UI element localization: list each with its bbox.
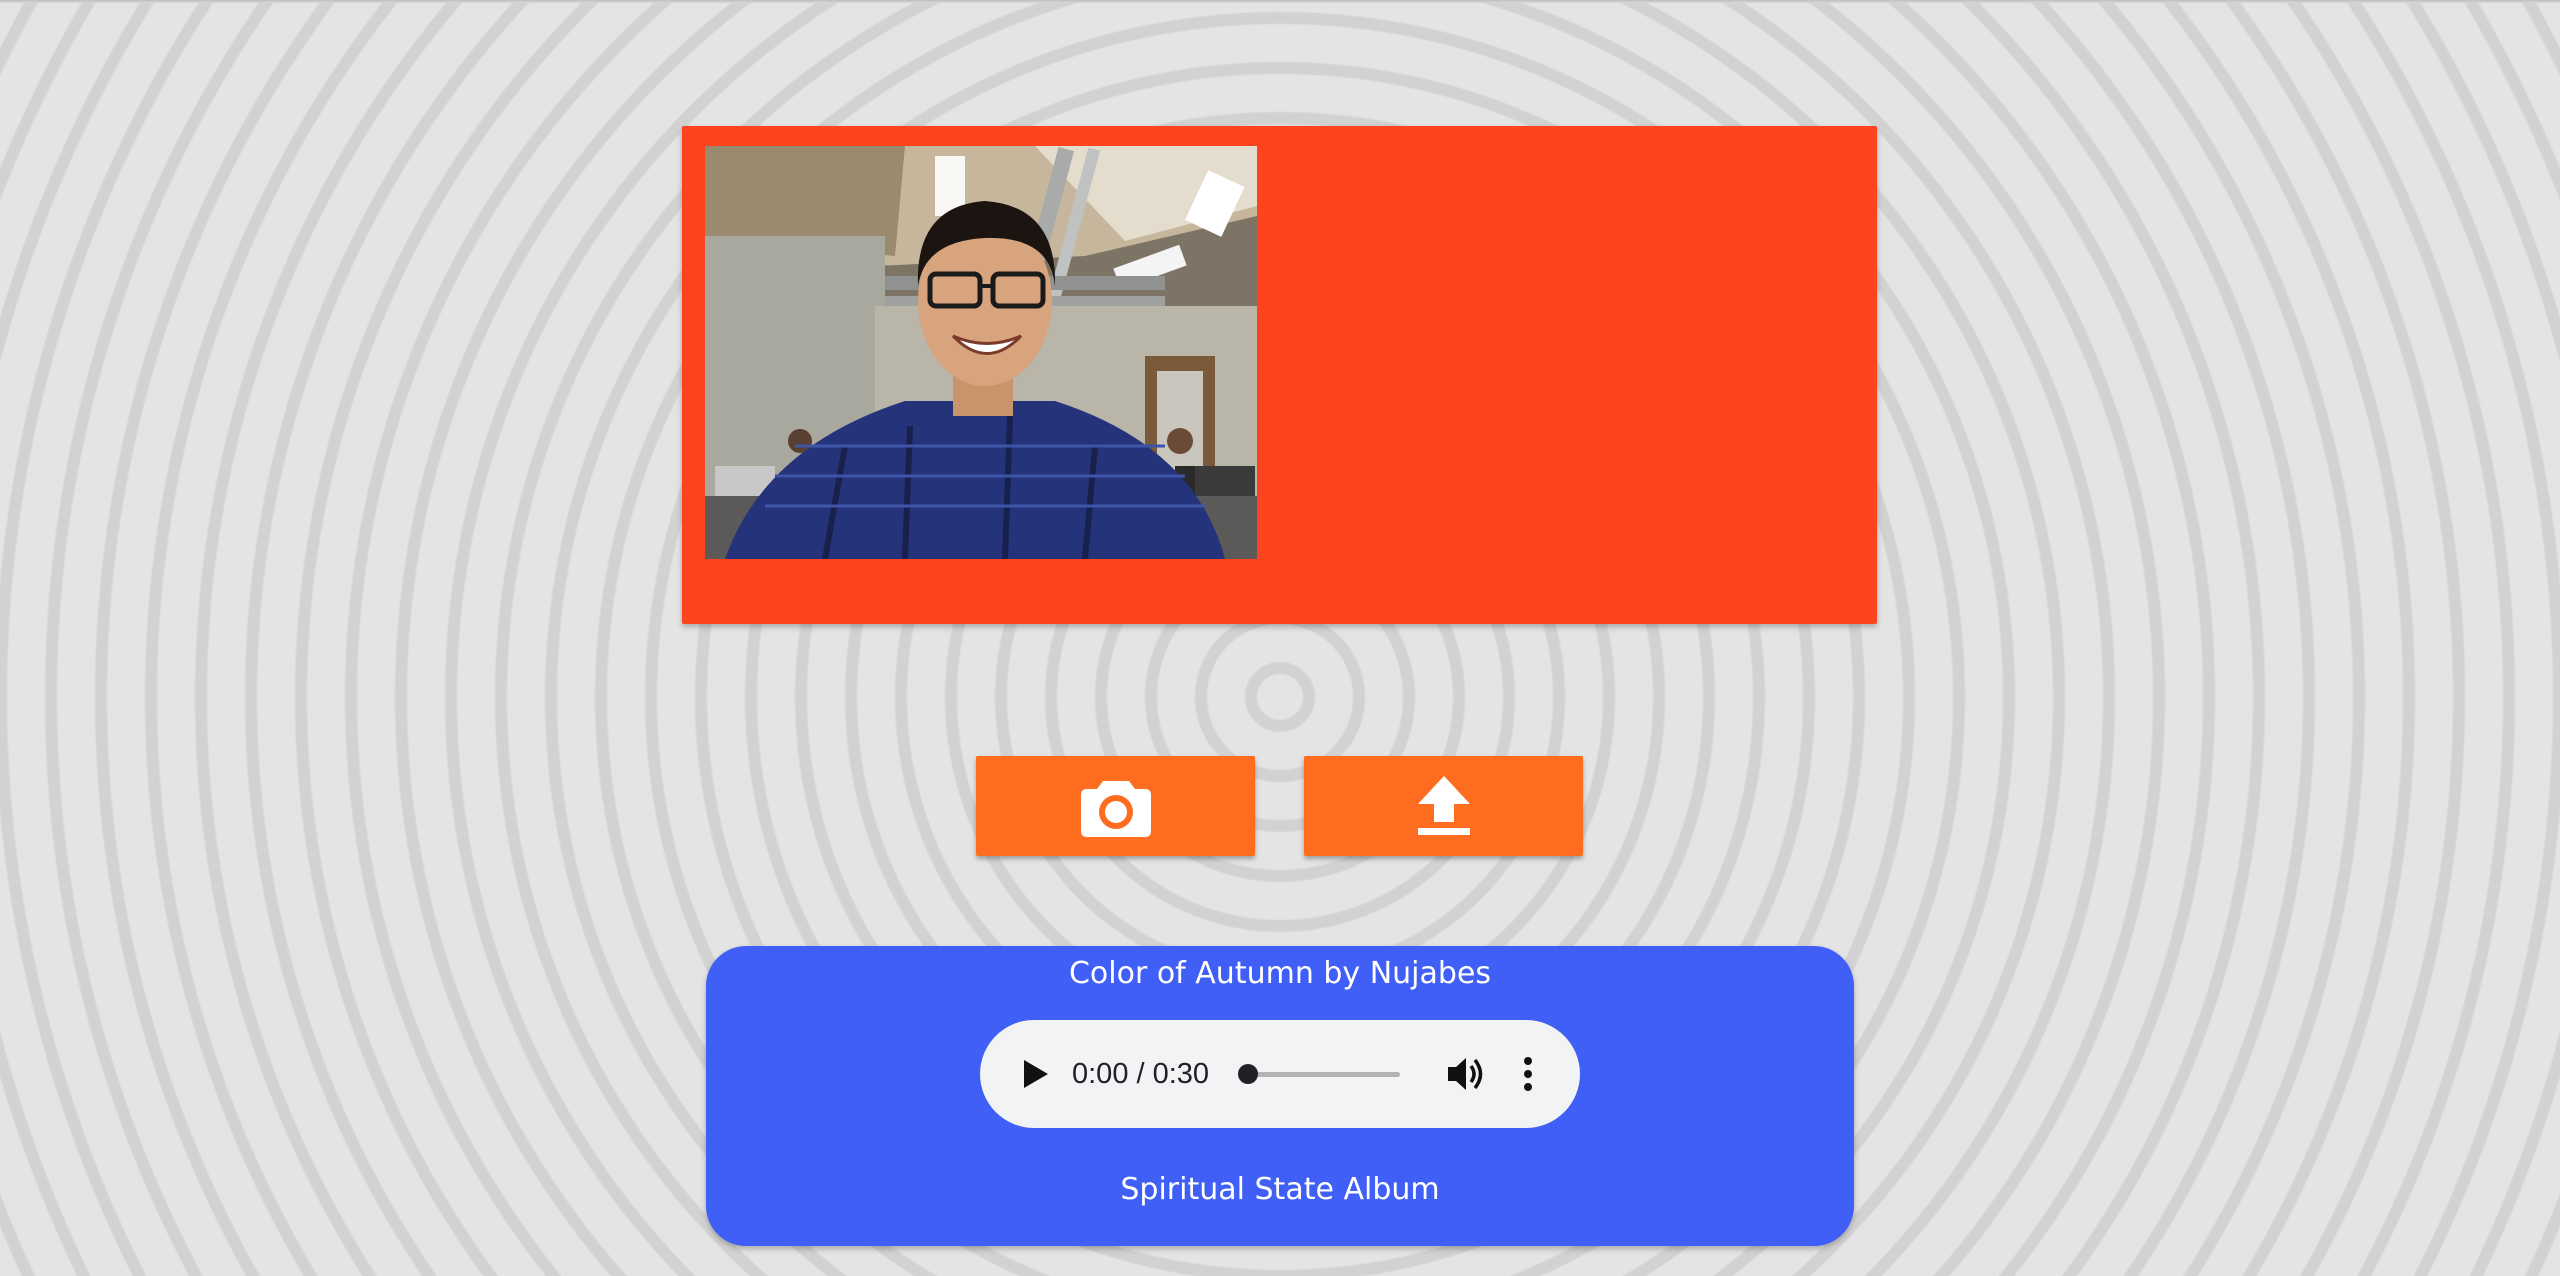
camera-icon <box>1080 781 1151 837</box>
music-card: Color of Autumn by Nujabes 0:00 / 0:30 S… <box>706 946 1854 1246</box>
play-icon[interactable] <box>1014 1054 1054 1094</box>
playback-time: 0:00 / 0:30 <box>1072 1058 1210 1090</box>
upload-icon <box>1417 776 1470 835</box>
webcam-video-feed <box>705 146 1257 559</box>
seek-thumb[interactable] <box>1238 1064 1258 1084</box>
seek-slider[interactable] <box>1238 1064 1400 1084</box>
audio-player[interactable]: 0:00 / 0:30 <box>980 1020 1580 1128</box>
seek-track <box>1240 1072 1400 1077</box>
top-border <box>0 0 2560 3</box>
capture-photo-button[interactable] <box>976 756 1255 856</box>
volume-icon[interactable] <box>1444 1052 1488 1096</box>
album-title: Spiritual State Album <box>1120 1172 1440 1207</box>
song-title: Color of Autumn by Nujabes <box>1068 956 1492 991</box>
upload-button[interactable] <box>1304 756 1583 856</box>
more-options-icon[interactable] <box>1518 1052 1538 1096</box>
camera-panel <box>682 126 1877 624</box>
